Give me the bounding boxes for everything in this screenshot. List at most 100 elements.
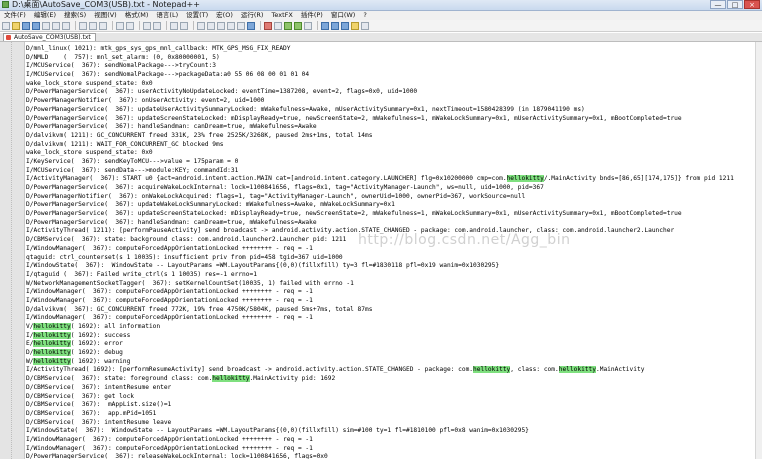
copy-icon[interactable] [89,21,97,30]
unsaved-file-icon [6,35,11,40]
undo-icon[interactable] [116,21,124,30]
text-line: W/hellokitty( 1692): warning [26,357,760,367]
minimize-button[interactable]: — [710,0,726,9]
stop-macro-icon[interactable] [274,21,282,30]
toolbar-separator [260,21,261,30]
line-segment: I/ActivityThread( 1211): [performPauseAc… [26,227,675,235]
line-segment: D/PowerManagerService( 367): handleSandm… [26,218,317,226]
word-wrap-icon[interactable] [217,21,225,30]
menu-item[interactable]: 设置(T) [182,11,212,20]
editor-area[interactable]: D/mnl_linux( 1021): mtk_gps_sys_gps_mnl_… [0,42,762,459]
toolbar-separator [317,21,318,30]
zoom-in-icon[interactable] [170,21,178,30]
line-segment: /.MainActivity bnds=[86,65][174,175]} fr… [543,175,734,183]
line-segment: D/dalvikvm( 1211): GC_CONCURRENT freed 3… [26,131,373,139]
text-line: D/PowerManagerService( 367): updateScree… [26,210,760,219]
cut-icon[interactable] [79,21,87,30]
toolbar-separator [166,21,167,30]
text-content[interactable]: D/mnl_linux( 1021): mtk_gps_sys_gps_mnl_… [26,45,760,459]
text-line: D/mnl_linux( 1021): mtk_gps_sys_gps_mnl_… [26,45,760,54]
run-macro-multiple-icon[interactable] [294,21,302,30]
text-line: D/PowerManagerNotifier( 367): onWakeLock… [26,193,760,202]
paste-icon[interactable] [99,21,107,30]
user-language-icon[interactable] [247,21,255,30]
line-segment: I/WindowManager( 367): computeForcedAppO… [26,288,313,296]
search-highlight: hellokitty [33,323,71,330]
tab-label: AutoSave_COM3(USB).txt [14,34,91,41]
search-highlight: hellokitty [33,357,71,365]
replace-icon[interactable] [153,21,161,30]
line-segment: D/PowerManagerService( 367): userActivit… [26,88,418,96]
menu-item[interactable]: 窗口(W) [327,11,360,20]
line-segment: D/CBMService( 367): mAppList.size()=1 [26,401,172,409]
text-line: V/hellokitty( 1692): all information [26,323,760,332]
line-segment: D/PowerManagerService( 367): updateScree… [26,114,682,122]
plugin-icon-2[interactable] [331,21,339,30]
plugin-icon-1[interactable] [321,21,329,30]
text-line: I/hellokitty( 1692): success [26,331,760,341]
menu-item[interactable]: 搜索(S) [60,11,90,20]
menu-item[interactable]: 文件(F) [0,11,30,20]
save-all-icon[interactable] [32,21,40,30]
close-file-icon[interactable] [42,21,50,30]
tab-autosave-file[interactable]: AutoSave_COM3(USB).txt [3,33,96,41]
indent-guide-icon[interactable] [237,21,245,30]
line-segment: D/PowerManagerService( 367): acquireWake… [26,184,544,191]
open-file-icon[interactable] [12,21,20,30]
zoom-out-icon[interactable] [180,21,188,30]
menu-item[interactable]: 格式(M) [121,11,153,20]
menu-item[interactable]: 运行(R) [237,11,268,20]
record-macro-icon[interactable] [264,21,272,30]
new-file-icon[interactable] [2,21,10,30]
window-title: D:\桌面\AutoSave_COM3(USB).txt - Notepad++ [12,0,200,9]
menu-item[interactable]: TextFX [267,11,296,20]
menu-item[interactable]: 插件(P) [297,11,327,20]
menu-item[interactable]: 语言(L) [152,11,182,20]
save-macro-icon[interactable] [304,21,312,30]
window-controls: — □ × [710,0,760,10]
menu-item[interactable]: 视图(V) [90,11,121,20]
line-segment: ( 1692): debug [70,349,123,357]
maximize-button[interactable]: □ [727,0,743,9]
close-button[interactable]: × [744,0,760,9]
sync-vertical-icon[interactable] [197,21,205,30]
text-line: qtaguid: ctrl_counterset(s 1 10035): ins… [26,254,760,263]
play-macro-icon[interactable] [284,21,292,30]
vertical-scrollbar[interactable] [755,42,762,459]
line-segment: wake_lock_store suspend_state: 0x0 [26,149,153,157]
sync-horizontal-icon[interactable] [207,21,215,30]
text-line: D/CBMService( 367): intentResume leave [26,419,760,428]
line-segment: D/PowerManagerService( 367): updateUserA… [26,105,585,113]
text-line: I/WindowManager( 367): computeForcedAppO… [26,314,760,323]
text-line: wake_lock_store suspend_state: 0x0 [26,80,760,89]
menu-item[interactable]: 宏(O) [212,11,237,20]
text-line: I/WindowManager( 367): computeForcedAppO… [26,288,760,297]
print-icon[interactable] [62,21,70,30]
search-highlight: hellokitty [506,175,544,183]
plugin-icon-3[interactable] [341,21,349,30]
line-segment: D/CBMService( 367): get lock [26,392,135,400]
line-segment: D/NMLD ( 757): mnl_set_alarm: (0, 0x8000… [26,53,220,61]
close-all-icon[interactable] [52,21,60,30]
line-segment: D/CBMService( 367): state: background cl… [26,236,347,244]
line-gutter [0,42,25,459]
text-line: D/NMLD ( 757): mnl_set_alarm: (0, 0x8000… [26,54,760,63]
line-segment: I/WindowManager( 367): computeForcedAppO… [26,244,313,252]
save-icon[interactable] [22,21,30,30]
text-line: D/dalvikvm( 367): GC_CONCURRENT freed 77… [26,306,760,315]
line-segment: D/PowerManagerService( 367): handleSandm… [26,123,317,131]
notepad-app-icon [2,1,9,8]
find-icon[interactable] [143,21,151,30]
menu-item[interactable]: 编辑(E) [30,11,60,20]
line-segment: I/WindowManager( 367): computeForcedAppO… [26,314,313,322]
plugin-icon-4[interactable] [351,21,359,30]
text-line: D/PowerManagerService( 367): userActivit… [26,88,760,97]
show-all-chars-icon[interactable] [227,21,235,30]
line-segment: D/CBMService( 367): app.mPid=1051 [26,409,157,417]
text-line: I/ActivityManager( 367): START u0 {act=a… [26,175,760,184]
redo-icon[interactable] [126,21,134,30]
plugin-icon-5[interactable] [361,21,369,30]
fold-margin [6,42,12,459]
menu-item[interactable]: ? [359,11,370,20]
search-highlight: hellokitty [33,331,71,339]
